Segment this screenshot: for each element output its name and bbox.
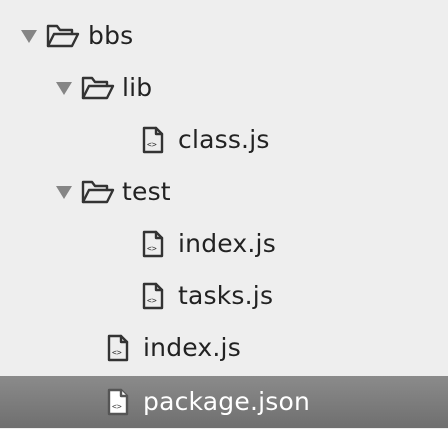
svg-text:<>: <> <box>112 402 122 411</box>
svg-text:<>: <> <box>147 140 157 149</box>
folder-open-icon <box>81 180 115 204</box>
tree-item-package-json[interactable]: <> package.json <box>0 376 448 428</box>
svg-text:<>: <> <box>147 296 157 305</box>
folder-open-icon <box>81 76 115 100</box>
disclosure-triangle-icon[interactable] <box>56 186 72 199</box>
js-file-icon: <> <box>142 126 164 154</box>
json-file-icon: <> <box>107 388 129 416</box>
disclosure-triangle-icon[interactable] <box>21 30 37 43</box>
tree-item-test-index-js[interactable]: <> index.js <box>0 218 448 270</box>
tree-item-label: tasks.js <box>178 281 274 310</box>
tree-item-test[interactable]: test <box>0 166 448 218</box>
tree-item-label: lib <box>122 73 153 102</box>
tree-item-index-js[interactable]: <> index.js <box>0 322 448 374</box>
tree-item-label: index.js <box>178 229 276 258</box>
tree-item-label: index.js <box>143 333 241 362</box>
js-file-icon: <> <box>142 230 164 258</box>
tree-item-bbs[interactable]: bbs <box>0 10 448 62</box>
folder-open-icon <box>46 24 80 48</box>
svg-text:<>: <> <box>112 348 122 357</box>
js-file-icon: <> <box>142 282 164 310</box>
file-tree: bbs lib <> class.js test <> index.js <> … <box>0 0 448 429</box>
tree-item-label: class.js <box>178 125 270 154</box>
tree-item-tasks-js[interactable]: <> tasks.js <box>0 270 448 322</box>
tree-item-label: package.json <box>143 387 310 416</box>
js-file-icon: <> <box>107 334 129 362</box>
tree-item-label: test <box>122 177 171 206</box>
tree-item-label: bbs <box>88 21 134 50</box>
tree-item-lib[interactable]: lib <box>0 62 448 114</box>
tree-item-class-js[interactable]: <> class.js <box>0 114 448 166</box>
disclosure-triangle-icon[interactable] <box>56 82 72 95</box>
svg-text:<>: <> <box>147 244 157 253</box>
